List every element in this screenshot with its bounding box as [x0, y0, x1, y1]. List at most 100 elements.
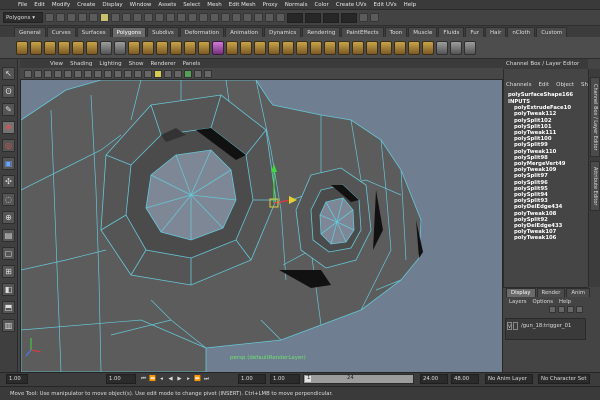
viewport-menu-show[interactable]: Show: [129, 61, 144, 67]
menu-create-uvs[interactable]: Create UVs: [336, 2, 367, 8]
poly-chamfer-icon[interactable]: [324, 40, 336, 55]
mask-dynamics-icon[interactable]: [166, 13, 175, 22]
poly-reduce-icon[interactable]: [198, 40, 210, 55]
go-to-start-icon[interactable]: ⏮: [140, 375, 147, 383]
shelf-tab-surfaces[interactable]: Surfaces: [76, 27, 111, 37]
channel-box-menu-object[interactable]: Object: [556, 82, 574, 88]
poly-cube-icon[interactable]: [30, 40, 42, 55]
isolate-select-icon[interactable]: [184, 69, 192, 78]
animation-end-field[interactable]: 48.00: [451, 374, 479, 384]
poly-sphere-icon[interactable]: [16, 40, 28, 55]
move-tool-icon[interactable]: ✥: [2, 121, 15, 134]
shelf-tab-rendering[interactable]: Rendering: [302, 27, 341, 37]
anim-layer-field[interactable]: No Anim Layer: [485, 374, 533, 384]
render-settings-icon[interactable]: [265, 13, 274, 22]
mask-curves-icon[interactable]: [133, 13, 142, 22]
last-tool-icon[interactable]: ▤: [2, 229, 15, 242]
layer-menu-layers[interactable]: Layers: [509, 299, 527, 305]
poly-split-icon[interactable]: [268, 40, 280, 55]
grid-toggle-icon[interactable]: [64, 69, 72, 78]
bookmarks-icon[interactable]: [44, 69, 52, 78]
poly-mirror-icon[interactable]: [170, 40, 182, 55]
image-plane-icon[interactable]: [54, 69, 62, 78]
shelf-tab-muscle[interactable]: Muscle: [408, 27, 438, 37]
layer-tab-render[interactable]: Render: [536, 288, 566, 297]
xray-joints-icon[interactable]: [204, 69, 212, 78]
poly-combine-icon[interactable]: [100, 40, 112, 55]
numeric-x-field[interactable]: [305, 12, 321, 23]
poly-torus-icon[interactable]: [86, 40, 98, 55]
poly-uv-cylindrical-icon[interactable]: [408, 40, 420, 55]
shelf-tab-curves[interactable]: Curves: [46, 27, 76, 37]
shelf-tab-subdivs[interactable]: Subdivs: [147, 27, 179, 37]
menu-normals[interactable]: Normals: [285, 2, 308, 8]
smooth-shade-icon[interactable]: [134, 69, 142, 78]
shelf-tab-deformation[interactable]: Deformation: [179, 27, 225, 37]
shelf-tab-fur[interactable]: Fur: [465, 27, 485, 37]
step-back-key-icon[interactable]: ⏪: [149, 375, 156, 383]
poly-poke-icon[interactable]: [310, 40, 322, 55]
rotate-tool-icon[interactable]: ◎: [2, 139, 15, 152]
layer-menu-options[interactable]: Options: [533, 299, 553, 305]
harden-edge-icon[interactable]: [464, 40, 476, 55]
viewport-menu-lighting[interactable]: Lighting: [99, 61, 121, 67]
persp-graph-layout-icon[interactable]: ⬒: [2, 301, 15, 314]
shelf-tab-general[interactable]: General: [14, 27, 46, 37]
poly-extrude-icon[interactable]: [226, 40, 238, 55]
side-tab-attribute-editor[interactable]: Attribute Editor: [590, 161, 600, 211]
poly-bevel-icon[interactable]: [282, 40, 294, 55]
character-set-field[interactable]: No Character Set: [538, 374, 590, 384]
playback-end-field[interactable]: 24.00: [420, 374, 448, 384]
numeric-z-field[interactable]: [341, 12, 357, 23]
scale-tool-icon[interactable]: ▣: [2, 157, 15, 170]
single-view-layout-icon[interactable]: ▢: [2, 247, 15, 260]
use-default-light-icon[interactable]: [154, 69, 162, 78]
render-frame-icon[interactable]: [243, 13, 252, 22]
select-hierarchy-icon[interactable]: [78, 13, 87, 22]
select-camera-icon[interactable]: [24, 69, 32, 78]
shelf-tab-custom[interactable]: Custom: [536, 27, 568, 37]
menu-assets[interactable]: Assets: [158, 2, 176, 8]
menu-select[interactable]: Select: [183, 2, 200, 8]
menu-display[interactable]: Display: [102, 2, 122, 8]
viewport-menu-renderer[interactable]: Renderer: [150, 61, 175, 67]
animation-start-field[interactable]: 1.00: [238, 374, 266, 384]
viewport-menu-view[interactable]: View: [50, 61, 63, 67]
menu-file[interactable]: File: [18, 2, 27, 8]
channel-box-menu-channels[interactable]: Channels: [506, 82, 531, 88]
start-time-field[interactable]: 1.00: [6, 374, 28, 384]
menu-edit-uvs[interactable]: Edit UVs: [374, 2, 397, 8]
step-forward-key-icon[interactable]: ⏩: [194, 375, 201, 383]
move-layer-down-icon[interactable]: [558, 306, 565, 313]
play-forwards-icon[interactable]: ▶: [176, 375, 183, 383]
viewport-canvas[interactable]: [21, 80, 502, 372]
layer-tab-display[interactable]: Display: [506, 288, 536, 297]
menu-color[interactable]: Color: [314, 2, 328, 8]
poly-cylinder-icon[interactable]: [44, 40, 56, 55]
layer-menu-help[interactable]: Help: [559, 299, 571, 305]
new-scene-icon[interactable]: [45, 13, 54, 22]
channel-box-menu-edit[interactable]: Edit: [538, 82, 549, 88]
gate-mask-icon[interactable]: [94, 69, 102, 78]
shelf-tab-toon[interactable]: Toon: [384, 27, 408, 37]
show-manipulator-icon[interactable]: ⊕: [2, 211, 15, 224]
shelf-tab-ncloth[interactable]: nCloth: [507, 27, 536, 37]
history-icon[interactable]: [232, 13, 241, 22]
mask-surfaces-icon[interactable]: [144, 13, 153, 22]
four-view-layout-icon[interactable]: ⊞: [2, 265, 15, 278]
soften-edge-icon[interactable]: [450, 40, 462, 55]
resolution-gate-icon[interactable]: [84, 69, 92, 78]
hypershade-layout-icon[interactable]: ▥: [2, 319, 15, 332]
poly-smooth-icon[interactable]: [184, 40, 196, 55]
film-gate-icon[interactable]: [74, 69, 82, 78]
history-node[interactable]: polyTweak106: [508, 235, 588, 241]
safe-action-icon[interactable]: [104, 69, 112, 78]
play-backwards-icon[interactable]: ◀: [167, 375, 174, 383]
menu-modify[interactable]: Modify: [52, 2, 70, 8]
poly-plane-icon[interactable]: [72, 40, 84, 55]
uv-editor-icon[interactable]: [436, 40, 448, 55]
ipr-render-icon[interactable]: [254, 13, 263, 22]
poly-cone-icon[interactable]: [58, 40, 70, 55]
wireframe-icon[interactable]: [124, 69, 132, 78]
poly-uv-spherical-icon[interactable]: [422, 40, 434, 55]
